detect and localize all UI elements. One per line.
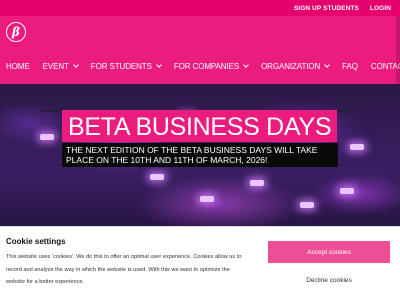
nav-event[interactable]: EVENT bbox=[42, 61, 79, 71]
site-header: β HOME EVENT FOR STUDENTS FOR COMPANIES … bbox=[0, 16, 400, 84]
stage-light bbox=[150, 174, 164, 180]
hero-title: BETA BUSINESS DAYS bbox=[68, 113, 332, 141]
stage-light bbox=[40, 134, 54, 140]
nav-for-companies[interactable]: FOR COMPANIES bbox=[173, 61, 249, 71]
decline-cookies-button[interactable]: Decline cookies bbox=[268, 269, 390, 291]
chevron-down-icon bbox=[324, 61, 331, 68]
nav-students-label: FOR STUDENTS bbox=[90, 61, 152, 71]
stage-truss bbox=[0, 92, 400, 94]
nav-home[interactable]: HOME bbox=[6, 62, 30, 71]
stage-light bbox=[200, 196, 214, 202]
nav-organization[interactable]: ORGANIZATION bbox=[261, 61, 331, 71]
chevron-down-icon bbox=[72, 61, 79, 68]
nav-for-students[interactable]: FOR STUDENTS bbox=[90, 61, 162, 71]
nav-event-label: EVENT bbox=[42, 61, 69, 71]
nav-companies-label: FOR COMPANIES bbox=[173, 61, 240, 71]
accept-cookies-button[interactable]: Accept cookies bbox=[268, 241, 390, 263]
stage-light bbox=[300, 202, 314, 208]
stage-light bbox=[250, 180, 264, 186]
logo-glyph: β bbox=[12, 25, 20, 39]
nav-home-label: HOME bbox=[6, 61, 30, 71]
nav-faq[interactable]: FAQ bbox=[342, 62, 358, 71]
signup-students-link[interactable]: SIGN UP STUDENTS bbox=[294, 5, 359, 12]
stage-light bbox=[340, 188, 354, 194]
hero-title-box: BETA BUSINESS DAYS bbox=[62, 110, 338, 142]
cookie-body: This website uses 'cookies'. We do this … bbox=[6, 254, 242, 285]
cookie-heading: Cookie settings bbox=[6, 237, 66, 246]
top-utility-bar: SIGN UP STUDENTS LOGIN bbox=[0, 0, 400, 16]
beta-logo-icon[interactable]: β bbox=[6, 22, 26, 42]
nav-organization-label: ORGANIZATION bbox=[261, 61, 321, 71]
main-nav: HOME EVENT FOR STUDENTS FOR COMPANIES OR… bbox=[6, 59, 400, 73]
login-link[interactable]: LOGIN bbox=[370, 5, 391, 12]
chevron-down-icon bbox=[243, 61, 249, 68]
cookie-banner: Cookie settings This website uses 'cooki… bbox=[0, 226, 400, 300]
chevron-down-icon bbox=[155, 61, 162, 68]
stage-light bbox=[350, 144, 364, 150]
hero-subtitle: THE NEXT EDITION OF THE BETA BUSINESS DA… bbox=[62, 143, 338, 167]
nav-faq-label: FAQ bbox=[342, 61, 358, 71]
